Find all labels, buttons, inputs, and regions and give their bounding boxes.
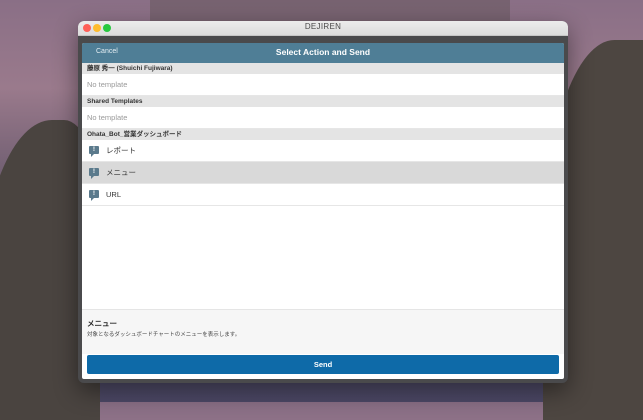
list-item-report[interactable]: ! レポート [82, 140, 564, 162]
select-action-modal: Cancel Select Action and Send 藤原 秀一 (Shu… [82, 43, 564, 379]
action-detail-description: 対象となるダッシュボードチャートのメニューを表示します。 [87, 332, 241, 338]
list-item-no-template-shared: No template [82, 107, 564, 129]
message-alert-icon: ! [89, 190, 99, 201]
list-item-label: レポート [106, 146, 136, 155]
modal-title: Select Action and Send [275, 47, 371, 57]
window-title: DEJIREN [304, 22, 342, 31]
action-detail-title: メニュー [87, 319, 117, 328]
list-item-menu[interactable]: ! メニュー [82, 162, 564, 184]
section-header-user: 藤原 秀一 (Shuichi Fujiwara) [82, 63, 564, 74]
message-alert-icon: ! [89, 146, 99, 157]
list-item-url[interactable]: ! URL [82, 184, 564, 206]
app-window: DEJIREN Cancel Select Action and Send 藤原… [78, 21, 568, 383]
list-item-label: メニュー [106, 168, 136, 177]
window-titlebar: DEJIREN [78, 21, 568, 36]
list-item-no-template-user: No template [82, 74, 564, 96]
section-header-shared-templates: Shared Templates [82, 96, 564, 107]
section-header-bot: Ohata_Bot_営業ダッシュボード [82, 129, 564, 140]
action-detail-panel: メニュー 対象となるダッシュボードチャートのメニューを表示します。 [82, 309, 564, 354]
message-alert-icon: ! [89, 168, 99, 179]
modal-header: Cancel Select Action and Send [82, 43, 564, 63]
list-item-label: URL [106, 190, 122, 199]
send-button[interactable]: Send [87, 355, 559, 374]
